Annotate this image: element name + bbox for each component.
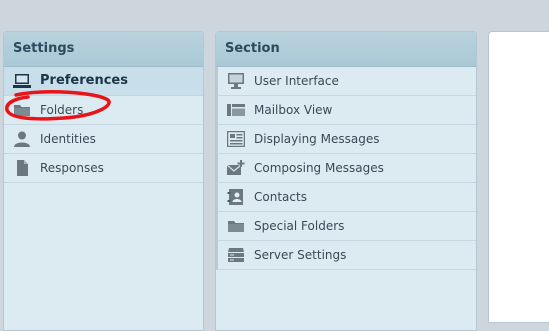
settings-header: Settings <box>4 32 203 67</box>
section-item-displaying-messages[interactable]: Displaying Messages <box>216 125 476 154</box>
settings-panel: Settings Preferences Folders Identities … <box>3 31 204 331</box>
section-item-label: Mailbox View <box>254 103 333 117</box>
monitor-icon <box>228 73 244 89</box>
settings-item-label: Identities <box>40 132 96 146</box>
settings-item-folders[interactable]: Folders <box>4 96 203 125</box>
settings-item-responses[interactable]: Responses <box>4 154 203 183</box>
message-display-icon <box>227 131 245 147</box>
section-item-label: User Interface <box>254 74 339 88</box>
folder-icon <box>14 105 30 116</box>
settings-item-identities[interactable]: Identities <box>4 125 203 154</box>
section-item-user-interface[interactable]: User Interface <box>216 67 476 96</box>
compose-mail-icon <box>227 160 245 175</box>
folder-icon <box>228 221 244 232</box>
section-item-special-folders[interactable]: Special Folders <box>216 212 476 241</box>
server-icon <box>228 248 244 262</box>
section-item-contacts[interactable]: Contacts <box>216 183 476 212</box>
settings-item-label: Preferences <box>40 73 128 88</box>
settings-item-label: Folders <box>40 103 84 117</box>
document-icon <box>17 160 28 176</box>
section-item-label: Displaying Messages <box>254 132 380 146</box>
section-item-composing-messages[interactable]: Composing Messages <box>216 154 476 183</box>
settings-item-preferences[interactable]: Preferences <box>4 67 203 96</box>
section-item-server-settings[interactable]: Server Settings <box>216 241 476 270</box>
address-book-icon <box>227 189 243 205</box>
person-icon <box>14 131 30 147</box>
section-item-label: Server Settings <box>254 248 347 262</box>
section-header: Section <box>216 32 476 67</box>
section-item-label: Special Folders <box>254 219 345 233</box>
settings-item-label: Responses <box>40 161 104 175</box>
section-item-label: Composing Messages <box>254 161 384 175</box>
monitor-icon <box>13 74 31 88</box>
content-pane <box>488 31 549 323</box>
section-item-mailbox-view[interactable]: Mailbox View <box>216 96 476 125</box>
list-layout-icon <box>227 104 245 116</box>
section-panel: Section User Interface Mailbox View Disp… <box>215 31 477 331</box>
section-item-label: Contacts <box>254 190 307 204</box>
